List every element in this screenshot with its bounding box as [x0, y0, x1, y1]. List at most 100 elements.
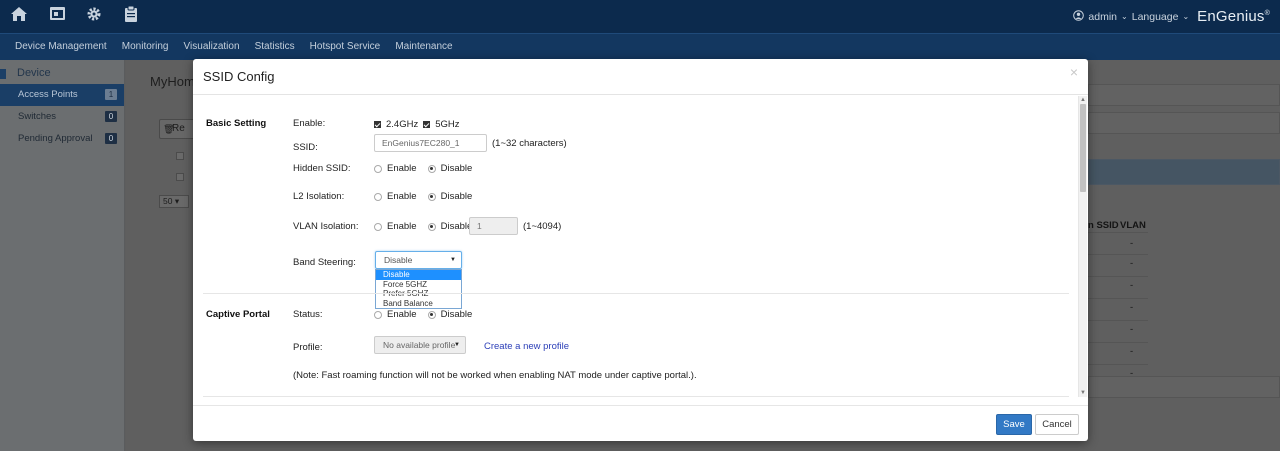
- clipboard-icon[interactable]: [121, 5, 141, 26]
- nav-device-management[interactable]: Device Management: [15, 34, 107, 60]
- chevron-down-icon: ⌄: [1121, 12, 1128, 21]
- sidebar-item-label: Switches: [18, 111, 57, 122]
- hidden-ssid-label: Hidden SSID:: [293, 163, 351, 174]
- vlan-cell: -: [1130, 324, 1134, 335]
- vlan-hint: (1~4094): [523, 221, 562, 232]
- monitor-icon[interactable]: [47, 6, 67, 26]
- row-divider: [1088, 276, 1148, 277]
- vlan-isolation-disable-radio[interactable]: [427, 222, 436, 231]
- modal-scrollbar[interactable]: ▲ ▼: [1078, 96, 1087, 397]
- column-vlan: VLAN: [1120, 220, 1146, 231]
- section-basic-setting: Basic Setting: [206, 118, 267, 129]
- panel-bar: [1088, 84, 1280, 106]
- scroll-up-icon[interactable]: ▲: [1080, 97, 1086, 103]
- main-nav: Device Management Monitoring Visualizati…: [0, 33, 1280, 60]
- l2-isolation-options: Enable Disable: [374, 191, 472, 202]
- band-steering-value: Disable: [384, 255, 413, 265]
- gear-icon[interactable]: [84, 6, 104, 26]
- band-steering-option-band-balance[interactable]: Band Balance: [376, 299, 461, 309]
- vlan-isolation-label: VLAN Isolation:: [293, 221, 359, 232]
- section-divider: [203, 293, 1069, 294]
- user-circle-icon: [1073, 9, 1085, 24]
- hidden-ssid-options: Enable Disable: [374, 163, 472, 174]
- panel-bar: [1088, 376, 1280, 398]
- sidebar-item-label: Access Points: [18, 89, 78, 100]
- sidebar: Device Access Points 1 Switches 0 Pendin…: [0, 60, 125, 451]
- ssid-config-modal: SSID Config × Basic Setting Enable: 2.4G…: [193, 59, 1088, 441]
- top-right-menu: admin ⌄ Language ⌄ EnGenius®: [1073, 8, 1270, 25]
- brand-text: EnGenius: [1197, 8, 1265, 25]
- home-icon[interactable]: [9, 6, 29, 26]
- modal-title: SSID Config: [203, 69, 275, 84]
- sidebar-item-pending-approval[interactable]: Pending Approval 0: [0, 128, 124, 150]
- brand-logo: EnGenius®: [1197, 8, 1270, 25]
- user-menu[interactable]: admin: [1088, 11, 1117, 23]
- hidden-ssid-enable-radio[interactable]: [374, 164, 382, 173]
- nav-hotspot-service[interactable]: Hotspot Service: [310, 34, 381, 60]
- row-divider: [1088, 254, 1148, 255]
- row-divider: [1088, 320, 1148, 321]
- l2-isolation-disable-radio[interactable]: [427, 192, 436, 201]
- column-ssid: n SSID: [1088, 220, 1119, 231]
- radio-label: Disable: [440, 191, 473, 202]
- radio-label: Disable: [440, 163, 473, 174]
- save-button[interactable]: Save: [996, 414, 1032, 435]
- section-divider: [203, 396, 1069, 397]
- profile-select[interactable]: No available profile ▼: [374, 336, 466, 354]
- band-steering-option-disable[interactable]: Disable: [376, 270, 461, 280]
- radio-label: Enable: [387, 191, 417, 202]
- section-captive-portal: Captive Portal: [206, 309, 270, 320]
- row-checkbox[interactable]: [176, 173, 184, 181]
- radio-label: Disable: [440, 309, 473, 320]
- close-icon[interactable]: ×: [1070, 64, 1078, 80]
- band-steering-dropdown: Disable Force 5GHZ Prefer 5GHZ Band Bala…: [375, 269, 462, 309]
- band-24ghz-label: 2.4GHz: [386, 119, 419, 130]
- scrollbar-thumb[interactable]: [1080, 104, 1086, 192]
- band-steering-option-force-5ghz[interactable]: Force 5GHZ: [376, 280, 461, 290]
- vlan-id-input[interactable]: 1: [469, 217, 518, 235]
- panel-bar: [1088, 112, 1280, 134]
- caret-down-icon: ▼: [454, 342, 460, 348]
- band-24ghz-checkbox[interactable]: [374, 121, 381, 128]
- profile-value: No available profile: [383, 340, 456, 350]
- captive-disable-radio[interactable]: [427, 310, 436, 319]
- ssid-label: SSID:: [293, 142, 318, 153]
- nav-visualization[interactable]: Visualization: [184, 34, 240, 60]
- sidebar-item-switches[interactable]: Switches 0: [0, 106, 124, 128]
- sidebar-item-label: Pending Approval: [18, 133, 93, 144]
- select-all-checkbox[interactable]: [176, 152, 184, 160]
- language-menu[interactable]: Language: [1132, 11, 1179, 23]
- create-profile-link[interactable]: Create a new profile: [484, 341, 569, 352]
- enable-bands: 2.4GHz 5GHz: [374, 119, 460, 130]
- row-divider: [1088, 342, 1148, 343]
- nav-statistics[interactable]: Statistics: [255, 34, 295, 60]
- vlan-cell: -: [1130, 302, 1134, 313]
- row-divider: [1088, 232, 1148, 233]
- l2-isolation-enable-radio[interactable]: [374, 192, 382, 201]
- captive-note: (Note: Fast roaming function will not be…: [293, 370, 697, 381]
- vlan-isolation-enable-radio[interactable]: [374, 222, 382, 231]
- row-divider: [1088, 364, 1148, 365]
- count-badge: 1: [105, 89, 117, 100]
- captive-enable-radio[interactable]: [374, 310, 382, 319]
- nav-monitoring[interactable]: Monitoring: [122, 34, 169, 60]
- scroll-down-icon[interactable]: ▼: [1080, 390, 1086, 396]
- hidden-ssid-disable-radio[interactable]: [427, 164, 436, 173]
- nav-maintenance[interactable]: Maintenance: [395, 34, 452, 60]
- cancel-button[interactable]: Cancel: [1035, 414, 1079, 435]
- radio-label: Disable: [440, 221, 473, 232]
- ssid-input[interactable]: EnGenius7EC280_1: [374, 134, 487, 152]
- page-size-select[interactable]: 50 ▾: [159, 195, 189, 208]
- sidebar-section-device[interactable]: Device: [0, 60, 124, 84]
- count-badge: 0: [105, 111, 117, 122]
- band-steering-select[interactable]: Disable ▼: [375, 251, 462, 269]
- modal-header: SSID Config ×: [193, 59, 1088, 95]
- vlan-cell: -: [1130, 238, 1134, 249]
- caret-down-icon: ▼: [450, 257, 456, 263]
- band-5ghz-checkbox[interactable]: [423, 121, 431, 128]
- radio-label: Enable: [387, 309, 417, 320]
- chevron-down-icon: ⌄: [1182, 12, 1190, 21]
- band-steering-label: Band Steering:: [293, 257, 356, 268]
- vlan-isolation-options: Enable Disable: [374, 221, 472, 232]
- sidebar-item-access-points[interactable]: Access Points 1: [0, 84, 124, 106]
